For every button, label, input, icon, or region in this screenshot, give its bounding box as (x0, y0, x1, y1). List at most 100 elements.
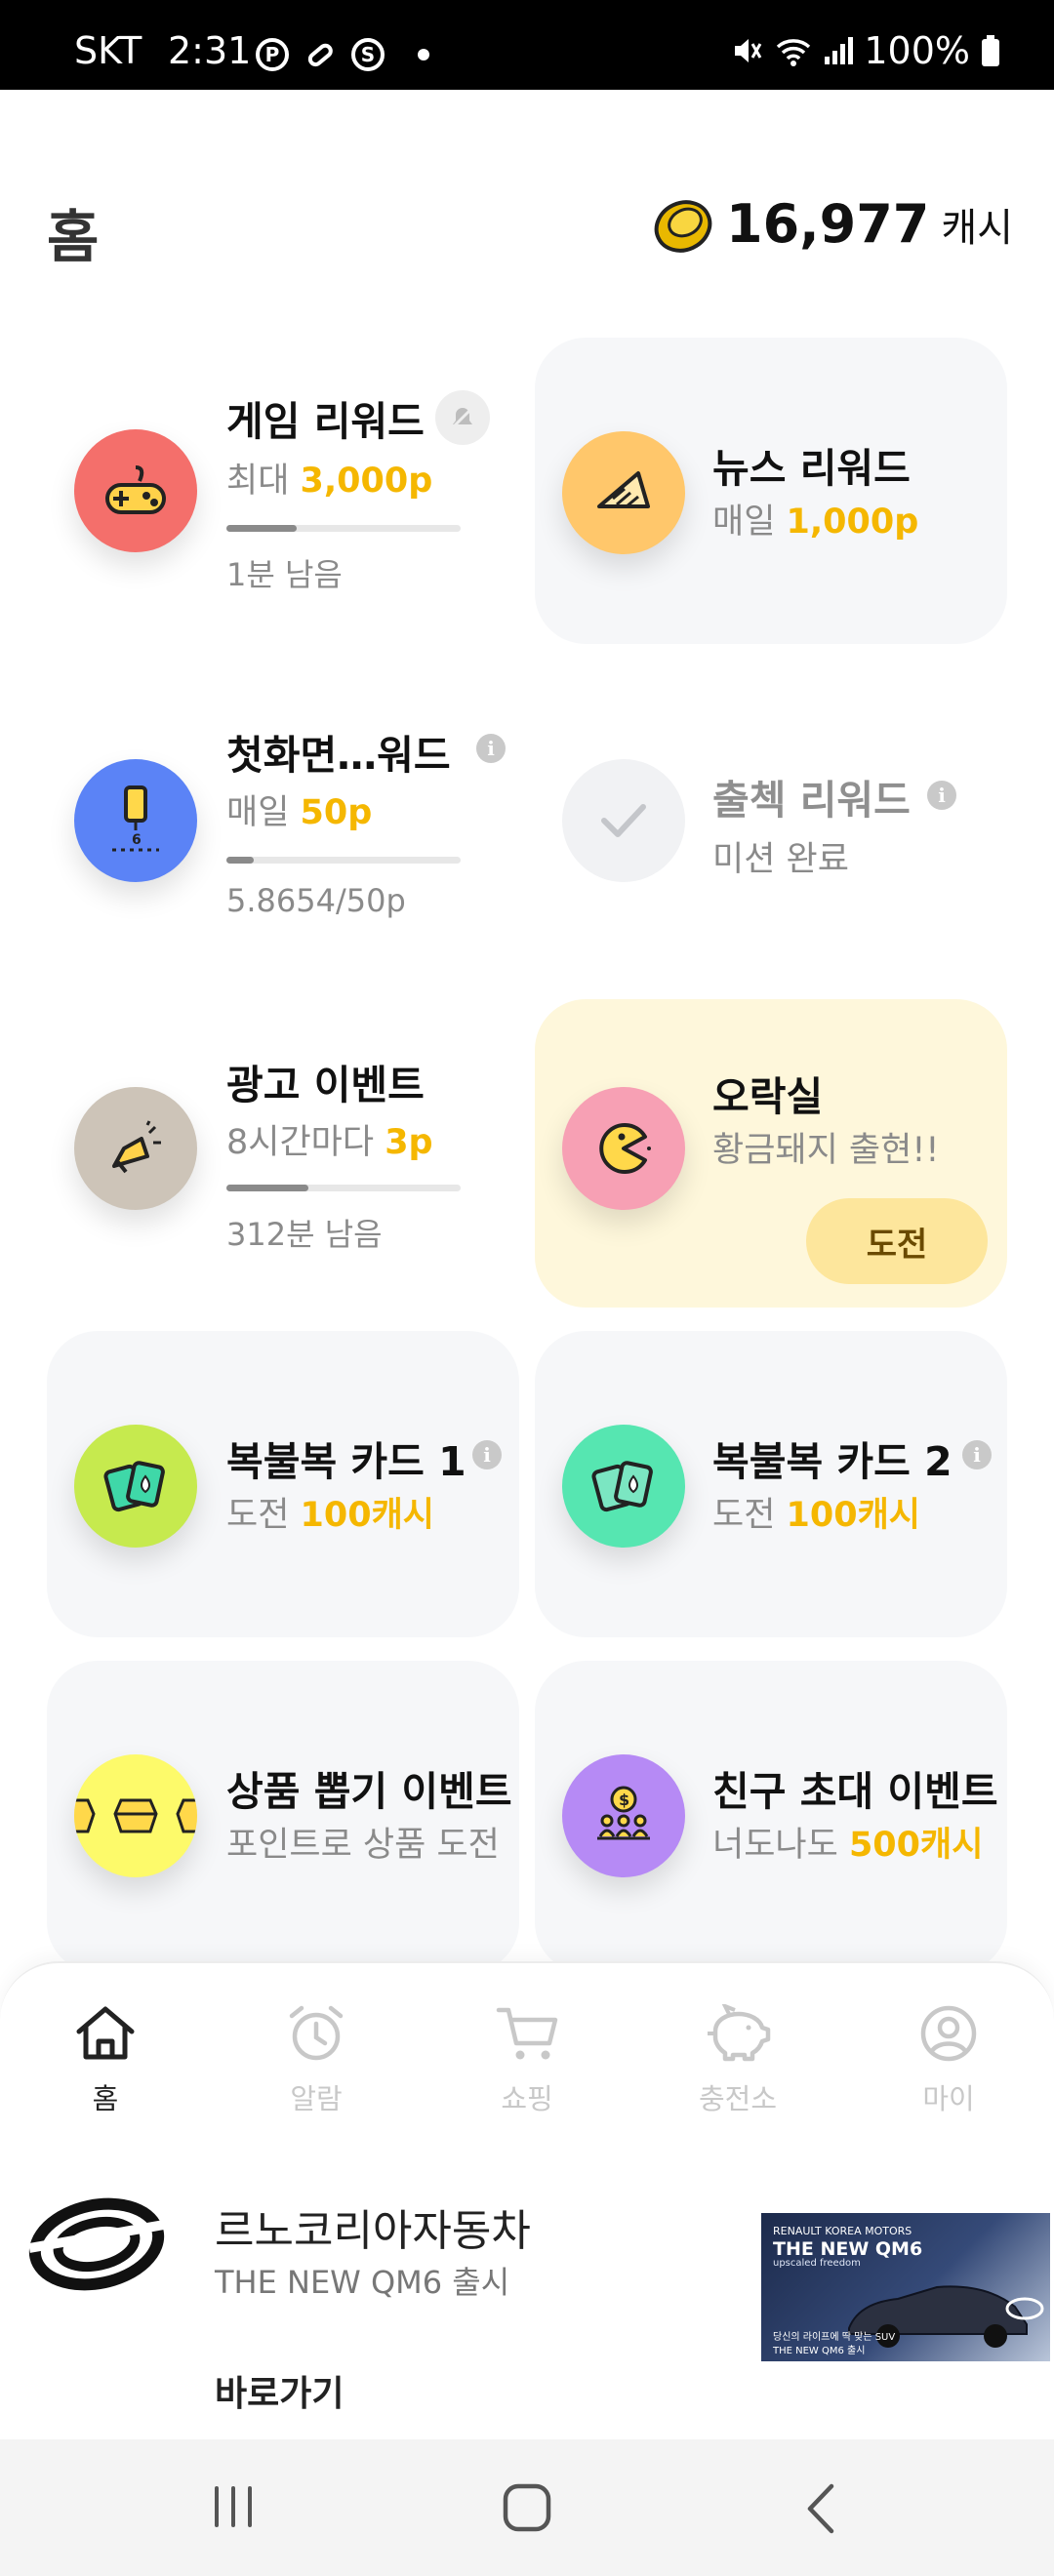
progress-bar (226, 1185, 461, 1191)
card-title: 친구 초대 이벤트 (712, 1768, 998, 1815)
nav-label: 알람 (290, 2082, 343, 2115)
info-icon[interactable]: i (927, 781, 956, 810)
card-title: 상품 뽑기 이벤트 (226, 1768, 512, 1815)
reward-amount: 3p (385, 1123, 433, 1162)
battery-icon (982, 35, 999, 66)
capsule-icon (74, 1754, 197, 1877)
p-circle-icon: P (256, 38, 289, 71)
ad-image[interactable]: RENAULT KOREA MOTORS THE NEW QM6 upscale… (761, 2213, 1050, 2361)
card-title: 게임 리워드 (226, 398, 425, 445)
invite-friends-card[interactable]: $ 친구 초대 이벤트 너도나도 500캐시 (535, 1661, 1007, 1973)
nav-my[interactable]: 마이 (880, 2004, 1017, 2117)
arcade-card[interactable]: 오락실 황금돼지 출현!! 도전 (535, 999, 1007, 1308)
progress-fill (226, 1185, 308, 1191)
bell-off-icon[interactable] (435, 390, 490, 445)
megaphone-icon (74, 1087, 197, 1210)
challenge-button[interactable]: 도전 (806, 1198, 988, 1284)
cash-balance[interactable]: 16,977 캐시 (652, 193, 1013, 255)
card-title: 출첵 리워드 (712, 777, 911, 824)
card-subtitle: 도전 100캐시 (226, 1496, 434, 1535)
reward-amount: 1,000p (786, 503, 919, 542)
card-subtitle: 포인트로 상품 도전 (226, 1826, 500, 1865)
progress-fill (226, 525, 297, 532)
ad-link[interactable]: 바로가기 (215, 2365, 344, 2416)
s-circle-icon: S (351, 38, 385, 71)
system-navigation-bar (0, 2439, 1054, 2576)
time-remaining: 1분 남음 (226, 556, 343, 593)
pacman-icon (562, 1087, 685, 1210)
ad-image-line1: 당신의 라이프에 딱 맞는 SUV (773, 2332, 896, 2343)
coin-icon (654, 199, 712, 253)
home-button-icon[interactable] (502, 2482, 552, 2533)
nav-label: 쇼핑 (501, 2082, 553, 2115)
profile-icon (920, 2005, 977, 2062)
recent-apps-icon[interactable] (209, 2484, 258, 2529)
card-title: 뉴스 리워드 (712, 445, 911, 492)
ad-image-line2: THE NEW QM6 출시 (773, 2346, 866, 2356)
cards-icon (562, 1425, 685, 1548)
checkmark-icon (562, 759, 685, 882)
card-subtitle: 매일 50p (226, 793, 373, 832)
card-title: 첫화면…워드 (226, 732, 451, 779)
back-icon[interactable] (802, 2482, 841, 2535)
card-subtitle: 도전 100캐시 (712, 1496, 920, 1535)
prize-draw-card[interactable]: 상품 뽑기 이벤트 포인트로 상품 도전 (47, 1661, 519, 1973)
ad-image-model: THE NEW QM6 (773, 2238, 923, 2260)
card-subtitle: 황금돼지 출현!! (712, 1131, 940, 1170)
progress-fill (226, 857, 255, 864)
card-title: 오락실 (712, 1073, 824, 1120)
info-icon[interactable]: i (476, 734, 506, 763)
status-bar: SKT 2:31 P S 100% (0, 0, 1054, 90)
mute-icon (735, 39, 762, 62)
pill-icon (307, 43, 333, 67)
nav-charging-station[interactable]: 충전소 (669, 2004, 806, 2117)
svg-text:$: $ (619, 1791, 629, 1809)
ad-advertiser: 르노코리아자동차 (215, 2206, 531, 2256)
news-reward-card[interactable]: 뉴스 리워드 매일 1,000p (535, 338, 1007, 644)
reward-amount: 100캐시 (300, 1496, 434, 1535)
lucky-card-1[interactable]: 복불복 카드 1 i 도전 100캐시 (47, 1331, 519, 1637)
card-subtitle: 8시간마다 3p (226, 1123, 433, 1162)
card-title: 복불복 카드 1 (226, 1438, 466, 1485)
card-title: 광고 이벤트 (226, 1062, 425, 1108)
info-icon[interactable]: i (472, 1440, 502, 1469)
renault-logo-icon (28, 2197, 165, 2291)
card-subtitle: 미션 완료 (712, 840, 849, 879)
svg-text:6: 6 (132, 832, 142, 848)
info-icon[interactable]: i (962, 1440, 992, 1469)
ad-banner[interactable]: 르노코리아자동차 THE NEW QM6 출시 바로가기 RENAULT KOR… (0, 2156, 1054, 2439)
alarm-icon (289, 2005, 344, 2061)
ad-image-brand: RENAULT KOREA MOTORS (773, 2225, 912, 2237)
piggy-bank-icon (708, 2004, 771, 2062)
card-subtitle: 너도나도 500캐시 (712, 1826, 984, 1865)
ad-subtitle: THE NEW QM6 출시 (215, 2264, 510, 2301)
nav-shopping[interactable]: 쇼핑 (459, 2004, 595, 2117)
system-status: 100% (729, 29, 1001, 72)
phone-lock-icon: 6 (74, 759, 197, 882)
progress-bar (226, 857, 461, 864)
cash-unit: 캐시 (941, 205, 1013, 251)
notification-icons: P S (256, 37, 429, 72)
reward-amount: 100캐시 (786, 1496, 920, 1535)
card-subtitle: 매일 1,000p (712, 503, 919, 542)
reward-amount: 50p (300, 793, 373, 832)
game-controller-icon (74, 429, 197, 552)
nav-label: 충전소 (698, 2082, 778, 2115)
progress-bar (226, 525, 461, 532)
time-remaining: 312분 남음 (226, 1216, 383, 1253)
dot-icon (418, 49, 429, 60)
nav-label: 홈 (92, 2082, 119, 2115)
reward-amount: 3,000p (300, 462, 433, 501)
signal-icon (825, 37, 854, 64)
cash-amount: 16,977 (726, 193, 930, 255)
nav-alarm[interactable]: 알람 (248, 2004, 385, 2117)
ad-image-tagline: upscaled freedom (773, 2258, 861, 2269)
lucky-card-2[interactable]: 복불복 카드 2 i 도전 100캐시 (535, 1331, 1007, 1637)
cart-icon (496, 2007, 558, 2060)
home-icon (76, 2006, 135, 2060)
wifi-icon (777, 39, 811, 66)
clock: 2:31 (168, 29, 252, 72)
nav-home[interactable]: 홈 (37, 2004, 174, 2117)
battery-percent: 100% (864, 29, 970, 72)
reward-amount: 500캐시 (848, 1826, 984, 1865)
